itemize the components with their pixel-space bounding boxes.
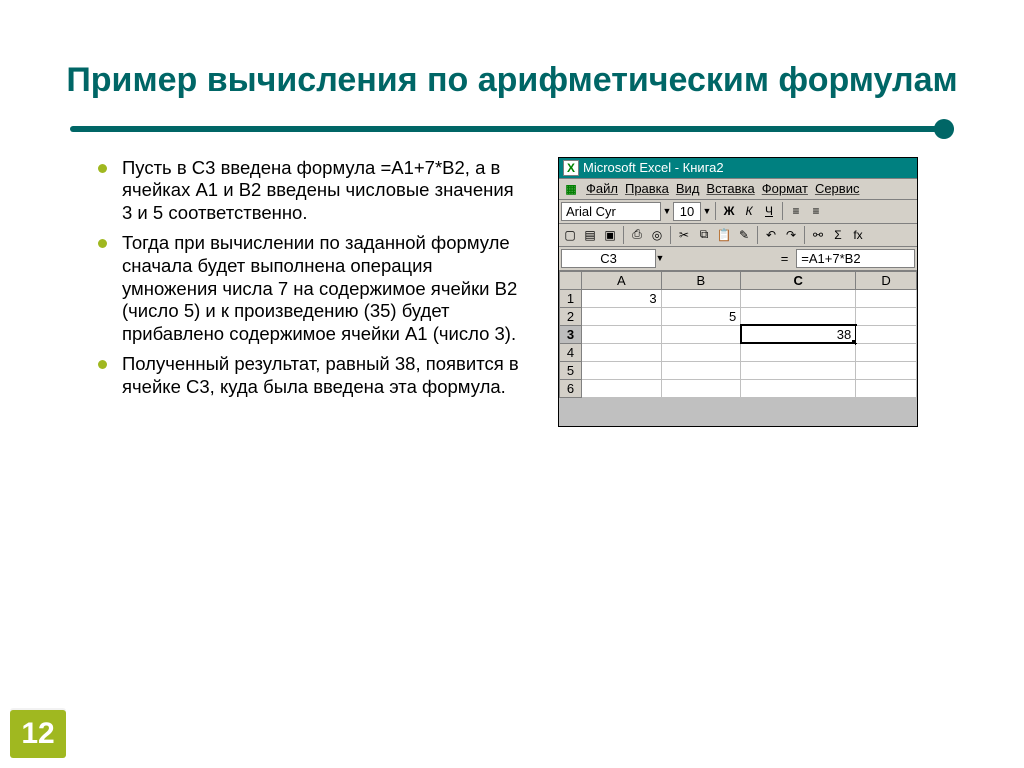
cell[interactable] xyxy=(582,379,662,397)
new-icon[interactable]: ▢ xyxy=(561,226,579,244)
cell[interactable] xyxy=(661,289,741,307)
menu-file[interactable]: Файл xyxy=(586,181,618,196)
name-box[interactable]: C3 xyxy=(561,249,656,268)
format-toolbar: Arial Cyr ▼ 10 ▼ Ж К Ч ≡ ≡ xyxy=(559,200,917,224)
underline-bar xyxy=(70,126,954,132)
row-header[interactable]: 6 xyxy=(560,379,582,397)
cell[interactable] xyxy=(661,343,741,361)
corner-cell[interactable] xyxy=(560,271,582,289)
menu-format[interactable]: Формат xyxy=(762,181,808,196)
bold-button[interactable]: Ж xyxy=(720,202,738,220)
standard-toolbar: ▢ ▤ ▣ ⎙ ◎ ✂ ⧉ 📋 ✎ ↶ ↷ ⚯ Σ fx xyxy=(559,224,917,247)
cut-icon[interactable]: ✂ xyxy=(675,226,693,244)
title-underline xyxy=(70,119,954,137)
row-header[interactable]: 2 xyxy=(560,307,582,325)
dropdown-icon[interactable]: ▼ xyxy=(663,202,671,220)
font-size-select[interactable]: 10 xyxy=(673,202,701,221)
separator xyxy=(757,226,758,244)
dropdown-icon[interactable]: ▼ xyxy=(703,202,711,220)
menu-tools[interactable]: Сервис xyxy=(815,181,860,196)
equals-label: = xyxy=(773,251,797,266)
underline-ball xyxy=(934,119,954,139)
cell[interactable] xyxy=(741,289,856,307)
content-row: Пусть в C3 введена формула =А1+7*В2, а в… xyxy=(0,137,1024,427)
cell[interactable] xyxy=(741,361,856,379)
cell[interactable] xyxy=(741,307,856,325)
excel-title-text: Microsoft Excel - Книга2 xyxy=(583,160,724,175)
cell[interactable] xyxy=(856,325,917,343)
bullet-item: Тогда при вычислении по заданной формуле… xyxy=(98,232,528,345)
grid-table: A B C D 1 3 2 5 xyxy=(559,271,917,398)
cell[interactable]: 5 xyxy=(661,307,741,325)
font-name-select[interactable]: Arial Cyr xyxy=(561,202,661,221)
row-header[interactable]: 4 xyxy=(560,343,582,361)
format-painter-icon[interactable]: ✎ xyxy=(735,226,753,244)
align-left-icon[interactable]: ≡ xyxy=(787,202,805,220)
formula-input[interactable]: =A1+7*B2 xyxy=(796,249,915,268)
cell-selected[interactable]: 38 xyxy=(741,325,856,343)
page-number: 12 xyxy=(10,710,66,758)
cell[interactable] xyxy=(582,307,662,325)
dropdown-icon[interactable]: ▼ xyxy=(656,249,664,267)
italic-button[interactable]: К xyxy=(740,202,758,220)
row-header[interactable]: 5 xyxy=(560,361,582,379)
cell[interactable] xyxy=(741,379,856,397)
separator xyxy=(782,202,783,220)
cell[interactable] xyxy=(582,343,662,361)
copy-icon[interactable]: ⧉ xyxy=(695,226,713,244)
undo-icon[interactable]: ↶ xyxy=(762,226,780,244)
print-icon[interactable]: ⎙ xyxy=(628,226,646,244)
text-column: Пусть в C3 введена формула =А1+7*В2, а в… xyxy=(98,157,528,427)
col-header[interactable]: B xyxy=(661,271,741,289)
excel-app-icon: X xyxy=(563,160,579,176)
row-header[interactable]: 3 xyxy=(560,325,582,343)
open-icon[interactable]: ▤ xyxy=(581,226,599,244)
separator xyxy=(715,202,716,220)
separator xyxy=(670,226,671,244)
cell[interactable] xyxy=(661,325,741,343)
menu-insert[interactable]: Вставка xyxy=(706,181,754,196)
menu-edit[interactable]: Правка xyxy=(625,181,669,196)
redo-icon[interactable]: ↷ xyxy=(782,226,800,244)
cell[interactable] xyxy=(582,325,662,343)
excel-doc-icon: ▦ xyxy=(563,181,579,197)
cell[interactable] xyxy=(856,361,917,379)
underline-button[interactable]: Ч xyxy=(760,202,778,220)
formula-bar: C3 ▼ = =A1+7*B2 xyxy=(559,247,917,271)
bullet-list: Пусть в C3 введена формула =А1+7*В2, а в… xyxy=(98,157,528,399)
menu-view[interactable]: Вид xyxy=(676,181,700,196)
sum-icon[interactable]: Σ xyxy=(829,226,847,244)
slide-title: Пример вычисления по арифметическим форм… xyxy=(0,0,1024,101)
align-center-icon[interactable]: ≡ xyxy=(807,202,825,220)
link-icon[interactable]: ⚯ xyxy=(809,226,827,244)
separator xyxy=(623,226,624,244)
col-header[interactable]: D xyxy=(856,271,917,289)
col-header[interactable]: A xyxy=(582,271,662,289)
paste-icon[interactable]: 📋 xyxy=(715,226,733,244)
cell[interactable] xyxy=(856,343,917,361)
cell[interactable] xyxy=(856,379,917,397)
cell[interactable] xyxy=(661,361,741,379)
cell[interactable] xyxy=(661,379,741,397)
bullet-item: Пусть в C3 введена формула =А1+7*В2, а в… xyxy=(98,157,528,225)
excel-screenshot: X Microsoft Excel - Книга2 ▦ Файл Правка… xyxy=(558,157,918,427)
spreadsheet-grid[interactable]: A B C D 1 3 2 5 xyxy=(559,271,917,398)
excel-titlebar: X Microsoft Excel - Книга2 xyxy=(559,158,917,179)
cell[interactable] xyxy=(856,307,917,325)
fx-icon[interactable]: fx xyxy=(849,226,867,244)
separator xyxy=(804,226,805,244)
cell[interactable] xyxy=(741,343,856,361)
cell[interactable] xyxy=(856,289,917,307)
save-icon[interactable]: ▣ xyxy=(601,226,619,244)
cell[interactable] xyxy=(582,361,662,379)
preview-icon[interactable]: ◎ xyxy=(648,226,666,244)
cell[interactable]: 3 xyxy=(582,289,662,307)
bullet-item: Полученный результат, равный 38, появитс… xyxy=(98,353,528,398)
row-header[interactable]: 1 xyxy=(560,289,582,307)
col-header[interactable]: C xyxy=(741,271,856,289)
excel-menubar: ▦ Файл Правка Вид Вставка Формат Сервис xyxy=(559,179,917,200)
